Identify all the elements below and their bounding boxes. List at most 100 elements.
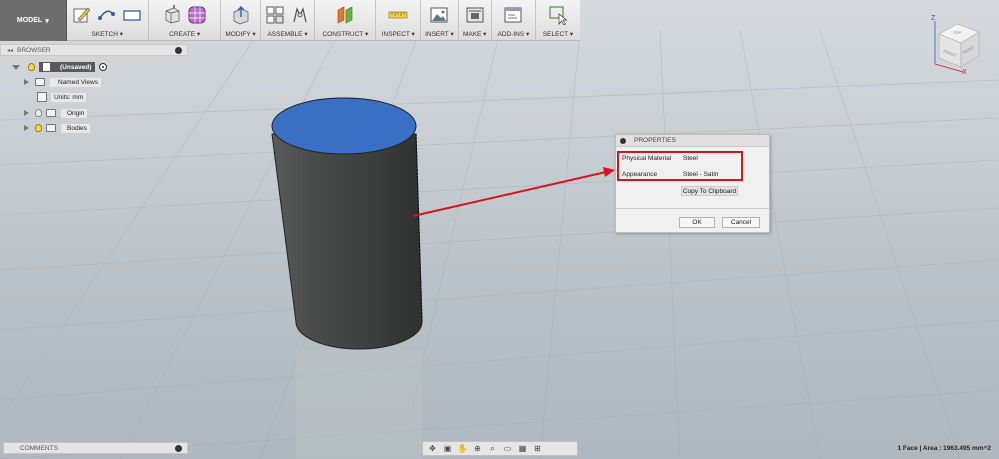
form-icon[interactable] xyxy=(187,5,207,25)
expand-icon[interactable] xyxy=(24,79,29,85)
browser-item-origin[interactable]: Origin xyxy=(24,107,88,119)
browser-panel-header[interactable]: ◂◂ BROWSER xyxy=(0,44,188,56)
toolbar-group-modify[interactable]: MODIFY ▾ xyxy=(221,0,261,41)
browser-options-icon[interactable] xyxy=(175,47,182,54)
browser-title: BROWSER xyxy=(17,46,51,54)
root-name: (Unsaved) xyxy=(60,63,92,71)
assemble-menu-label: ASSEMBLE xyxy=(267,31,303,38)
units-icon xyxy=(37,92,47,102)
display-settings-icon[interactable]: ▭ xyxy=(502,443,513,454)
browser-item-bodies[interactable]: Bodies xyxy=(24,122,90,134)
root-document-label[interactable]: (Unsaved) xyxy=(39,62,96,72)
modify-menu-label: MODIFY xyxy=(225,31,251,38)
joint-icon[interactable] xyxy=(290,5,310,25)
dropdown-icon: ▾ xyxy=(45,17,49,25)
expand-icon[interactable] xyxy=(24,110,29,116)
select-icon[interactable] xyxy=(548,5,568,25)
press-pull-icon[interactable] xyxy=(231,5,251,25)
toolbar-group-inspect[interactable]: INSPECT ▾ xyxy=(376,0,422,41)
browser-item-units[interactable]: Units: mm xyxy=(37,91,87,103)
properties-dialog: PROPERTIES Physical Material Steel Appea… xyxy=(615,134,770,233)
toolbar-group-create[interactable]: CREATE ▾ xyxy=(149,0,222,41)
insert-menu-label: INSERT xyxy=(425,31,449,38)
expand-root-icon[interactable] xyxy=(12,64,20,70)
toolbar-group-assemble[interactable]: ASSEMBLE ▾ xyxy=(261,0,316,41)
copy-button-label: Copy To Clipboard xyxy=(682,187,737,195)
offset-plane-icon[interactable] xyxy=(335,5,355,25)
toolbar-group-construct[interactable]: CONSTRUCT ▾ xyxy=(315,0,377,41)
properties-title: PROPERTIES xyxy=(634,137,676,144)
zoom-icon[interactable]: ⊕ xyxy=(472,443,483,454)
make-menu-label: MAKE xyxy=(462,31,482,38)
insert-image-icon[interactable] xyxy=(429,5,449,25)
fit-icon[interactable]: ⌕ xyxy=(487,443,498,454)
cylinder-body[interactable] xyxy=(271,97,423,350)
pan-icon[interactable]: ✋ xyxy=(457,443,468,454)
toolbar-group-make[interactable]: MAKE ▾ xyxy=(459,0,492,41)
collapse-panel-icon[interactable]: ◂◂ xyxy=(7,47,13,54)
collapse-dialog-icon[interactable] xyxy=(620,137,626,144)
viewports-icon[interactable]: ⊞ xyxy=(532,443,543,454)
annotation-highlight-box xyxy=(617,151,743,181)
toolbar-group-add-ins[interactable]: ADD-INS ▾ xyxy=(492,0,536,41)
x-axis-label: X xyxy=(962,69,967,76)
ground-grid xyxy=(0,29,999,459)
comments-panel-header[interactable]: COMMENTS xyxy=(3,442,188,454)
measure-icon[interactable] xyxy=(388,5,408,25)
cancel-button-label: Cancel xyxy=(730,219,752,226)
cylinder-top-face[interactable] xyxy=(271,97,417,155)
expand-icon[interactable] xyxy=(24,125,29,131)
ok-button-label: OK xyxy=(692,219,702,226)
comments-label: COMMENTS xyxy=(20,444,58,452)
toolbar-group-sketch[interactable]: SKETCH ▾ xyxy=(67,0,149,41)
construct-menu-label: CONSTRUCT xyxy=(322,31,364,38)
inspect-menu-label: INSPECT xyxy=(381,31,410,38)
browser-root-item[interactable]: (Unsaved) xyxy=(12,61,108,73)
named-views-label: Named Views xyxy=(50,77,101,87)
rectangle-icon[interactable] xyxy=(122,5,142,25)
dialog-divider xyxy=(616,208,769,209)
folder-icon xyxy=(46,109,56,117)
extrude-icon[interactable] xyxy=(162,5,182,25)
navigation-bar: ✥ ▣ ✋ ⊕ ⌕ ▭ ▦ ⊞ xyxy=(422,441,578,456)
ok-button[interactable]: OK xyxy=(679,217,715,228)
sketch-create-icon[interactable] xyxy=(72,5,92,25)
document-icon xyxy=(43,63,50,71)
toolbar-group-insert[interactable]: INSERT ▾ xyxy=(421,0,459,41)
select-menu-label: SELECT xyxy=(542,31,569,38)
properties-title-bar[interactable]: PROPERTIES xyxy=(616,135,769,147)
bodies-label: Bodies xyxy=(61,123,90,133)
3d-print-icon[interactable] xyxy=(465,5,485,25)
activate-radio-icon[interactable] xyxy=(99,63,108,71)
cylinder-reflection xyxy=(296,350,422,459)
3d-viewport[interactable] xyxy=(0,0,999,459)
viewcube[interactable]: Z X TOP FRONT RIGHT xyxy=(925,12,985,77)
new-component-icon[interactable] xyxy=(265,5,285,25)
line-icon[interactable] xyxy=(97,5,117,25)
orbit-icon[interactable]: ✥ xyxy=(427,443,438,454)
add-comment-icon[interactable] xyxy=(175,445,182,452)
toolbar-group-select[interactable]: SELECT ▾ xyxy=(536,0,580,41)
visibility-bulb-icon[interactable] xyxy=(35,109,42,117)
sketch-menu-label: SKETCH xyxy=(91,31,118,38)
viewcube-top-label: TOP xyxy=(953,30,961,35)
units-label: Units: mm xyxy=(51,92,87,102)
add-ins-menu-label: ADD-INS xyxy=(497,31,525,38)
folder-icon xyxy=(46,124,56,132)
scripts-addins-icon[interactable] xyxy=(503,5,523,25)
browser-item-named-views[interactable]: Named Views xyxy=(24,76,101,88)
visibility-bulb-icon[interactable] xyxy=(28,63,35,71)
workspace-label: MODEL xyxy=(16,17,43,24)
grid-settings-icon[interactable]: ▦ xyxy=(517,443,528,454)
copy-to-clipboard-button[interactable]: Copy To Clipboard xyxy=(681,186,738,196)
folder-icon xyxy=(35,78,45,86)
workspace-switcher-button[interactable]: MODEL ▾ xyxy=(0,0,67,41)
cancel-button[interactable]: Cancel xyxy=(722,217,760,228)
look-at-icon[interactable]: ▣ xyxy=(442,443,453,454)
main-toolbar: MODEL ▾ SKETCH ▾ CREATE ▾ MODIFY ▾ ASSEM… xyxy=(0,0,580,41)
selection-status: 1 Face | Area : 1963.495 mm^2 xyxy=(897,445,991,452)
z-axis-label: Z xyxy=(931,15,936,22)
origin-label: Origin xyxy=(61,108,88,118)
visibility-bulb-icon[interactable] xyxy=(35,124,42,132)
create-menu-label: CREATE xyxy=(169,31,196,38)
